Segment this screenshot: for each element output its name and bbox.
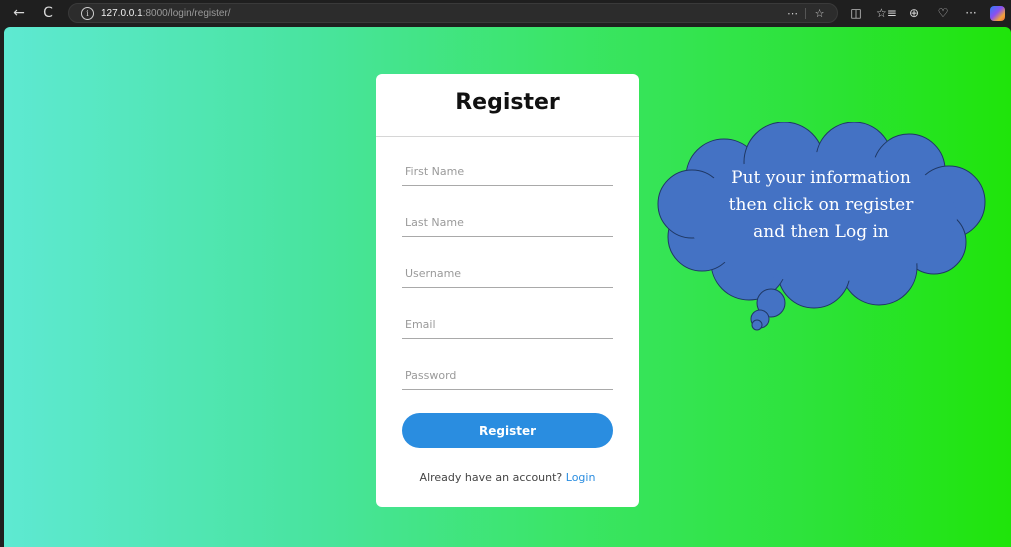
browser-health-icon[interactable]: ♡ [935,5,951,21]
url-text[interactable]: 127.0.0.1:8000/login/register/ [101,7,231,20]
login-prompt: Already have an account? Login [376,471,639,484]
more-menu-icon[interactable]: ··· [963,5,979,21]
favorite-star-icon[interactable]: ☆ [812,6,827,21]
first-name-input[interactable] [402,158,613,186]
register-button[interactable]: Register [402,413,613,448]
back-icon[interactable]: ← [10,4,28,22]
url-path: :8000/login/register/ [142,8,231,19]
callout-text: Put your information then click on regis… [692,165,950,246]
copilot-icon[interactable] [990,6,1005,21]
callout-line: and then Log in [753,222,889,242]
page-menu-icon[interactable]: ⋯ [785,6,800,21]
callout-line: then click on register [728,195,914,215]
split-screen-icon[interactable]: ◫ [848,5,864,21]
collections-icon[interactable]: ⊕ [906,5,922,21]
register-title: Register [455,90,560,115]
login-link[interactable]: Login [566,471,596,484]
card-divider [376,136,639,137]
url-host: 127.0.0.1 [101,8,143,19]
email-input[interactable] [402,311,613,339]
login-prompt-text: Already have an account? [419,471,563,484]
username-input[interactable] [402,260,613,288]
thought-bubble-callout: Put your information then click on regis… [654,121,994,362]
page-background: Register Register Already have an accoun… [4,27,1011,547]
info-icon[interactable]: i [81,7,94,20]
password-input[interactable] [402,362,613,390]
last-name-input[interactable] [402,209,613,237]
register-card: Register Register Already have an accoun… [376,74,639,507]
favorites-list-icon[interactable]: ☆≡ [876,5,897,21]
address-divider [805,8,806,19]
browser-toolbar: ← C i 127.0.0.1:8000/login/register/ ⋯ ☆… [0,0,1011,27]
callout-line: Put your information [731,168,911,188]
address-bar[interactable]: i 127.0.0.1:8000/login/register/ ⋯ ☆ [68,3,838,23]
refresh-icon[interactable]: C [39,4,57,22]
